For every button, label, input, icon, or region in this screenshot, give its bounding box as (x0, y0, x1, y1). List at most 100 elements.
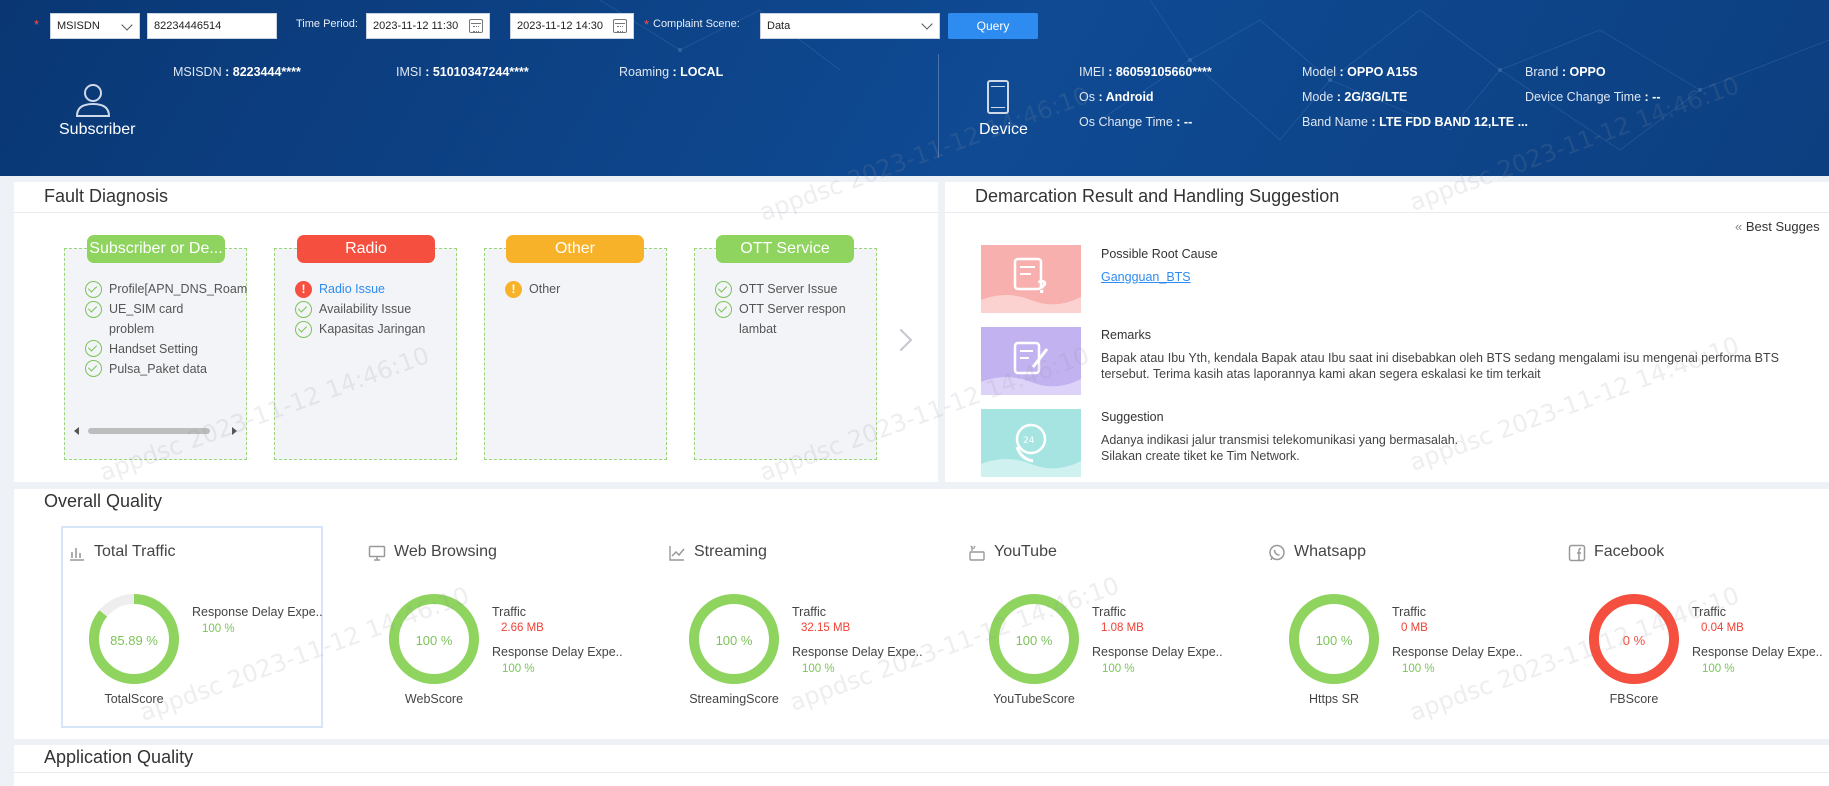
traffic-value: 2.66 MB (501, 622, 544, 634)
complaint-scene-select[interactable]: Data (760, 13, 940, 39)
traffic-label: Traffic (792, 605, 827, 619)
fault-item-active[interactable]: Radio Issue (319, 279, 385, 299)
mode-value: : 2G/3G/LTE (1336, 90, 1408, 104)
fault-item-continued: lambat (739, 322, 777, 336)
fault-item[interactable]: Other (529, 279, 560, 299)
response-delay-value: 100 % (1702, 663, 1735, 675)
scroll-right-icon[interactable] (232, 427, 237, 435)
fault-item[interactable]: Handset Setting (109, 339, 198, 359)
check-icon (295, 321, 312, 338)
imei-info: IMEI : 86059105660**** (1079, 65, 1212, 79)
msisdn-key: MSISDN (173, 65, 222, 79)
suggestion-line-1: Adanya indikasi jalur transmisi telekomu… (1101, 433, 1459, 447)
check-icon (85, 301, 102, 318)
score-label: Https SR (1308, 692, 1359, 706)
facebook-icon (1568, 544, 1586, 562)
fault-item[interactable]: UE_SIM card (109, 299, 183, 319)
fault-item[interactable]: Profile[APN_DNS_Roam (109, 279, 247, 299)
end-time-input[interactable]: 2023-11-12 14:30 (510, 13, 634, 39)
traffic-value: 0.04 MB (1701, 622, 1744, 634)
msisdn-value: : 8223444**** (225, 65, 301, 79)
query-bar: * MSISDN 82234446514 Time Period: 2023-1… (0, 13, 1100, 39)
remarks-thumbnail (981, 327, 1081, 395)
fault-item[interactable]: Pulsa_Paket data (109, 359, 207, 379)
line-chart-icon (668, 544, 686, 562)
query-button[interactable]: Query (948, 13, 1038, 39)
type-select-value: MSISDN (57, 20, 100, 32)
score-label: YouTubeScore (993, 692, 1075, 706)
fault-card-title[interactable]: OTT Service (716, 235, 854, 263)
quality-card-title[interactable]: Streaming (694, 543, 767, 561)
alert-icon: ! (295, 281, 312, 298)
imsi-key: IMSI (396, 65, 422, 79)
end-time-value: 2023-11-12 14:30 (517, 20, 604, 32)
quality-card-title[interactable]: Total Traffic (94, 543, 176, 561)
root-cause-value: Gangguan_BTS (1101, 269, 1801, 285)
application-quality-title: Application Quality (44, 747, 194, 767)
overall-quality-title: Overall Quality (44, 491, 163, 511)
scroll-thumb[interactable] (88, 428, 210, 434)
fault-item[interactable]: Kapasitas Jaringan (319, 319, 425, 339)
subscriber-title: Subscriber (59, 121, 136, 138)
response-delay-label: Response Delay Expe... (1392, 645, 1522, 659)
root-cause-thumbnail: ? (981, 245, 1081, 313)
calendar-icon[interactable] (613, 19, 627, 33)
panel-divider (14, 212, 938, 213)
score-label: WebScore (404, 692, 464, 706)
quality-card-title[interactable]: YouTube (994, 543, 1057, 561)
suggestion-thumbnail: 24 (981, 409, 1081, 477)
document-edit-icon (981, 327, 1081, 395)
scroll-left-icon[interactable] (74, 427, 79, 435)
best-suggestion-label[interactable]: Best Sugges (1746, 219, 1820, 234)
mode-info: Mode : 2G/3G/LTE (1302, 90, 1407, 104)
fault-card-title[interactable]: Other (506, 235, 644, 263)
fault-card-title[interactable]: Subscriber or De... (87, 235, 225, 263)
complaint-scene-label: Complaint Scene: (653, 18, 740, 30)
score-value: 0 % (1622, 633, 1646, 648)
start-time-input[interactable]: 2023-11-12 11:30 (366, 13, 490, 39)
chevron-down-icon (121, 19, 133, 31)
device-change-info: Device Change Time : -- (1525, 90, 1660, 104)
model-info: Model : OPPO A15S (1302, 65, 1418, 79)
imei-value: : 86059105660**** (1108, 65, 1212, 79)
quality-card-title[interactable]: Web Browsing (394, 543, 497, 561)
score-value: 100 % (1015, 633, 1053, 648)
fault-card-title[interactable]: Radio (297, 235, 435, 263)
msisdn-input-value: 82234446514 (154, 20, 222, 32)
os-change-value: : -- (1176, 115, 1193, 129)
response-delay-value: 100 % (1102, 663, 1135, 675)
model-key: Model (1302, 65, 1337, 79)
fault-item[interactable]: OTT Server respon (739, 299, 846, 319)
check-icon (85, 360, 102, 377)
fault-card-other[interactable] (484, 248, 667, 460)
response-delay-value: 100 % (502, 663, 535, 675)
calendar-icon[interactable] (469, 19, 483, 33)
remarks-line-2: tersebut. Terima kasih atas laporannya k… (1101, 367, 1541, 381)
best-suggestion-toggle[interactable]: « Best Sugges (1735, 219, 1820, 234)
start-time-value: 2023-11-12 11:30 (373, 20, 459, 32)
horizontal-scrollbar[interactable] (68, 424, 244, 438)
fault-item[interactable]: OTT Server Issue (739, 279, 837, 299)
score-value: 100 % (415, 633, 453, 648)
band-info: Band Name : LTE FDD BAND 12,LTE ... (1302, 115, 1528, 129)
fault-item[interactable]: Availability Issue (319, 299, 411, 319)
traffic-label: Traffic (1692, 605, 1727, 619)
quality-card-title[interactable]: Facebook (1594, 543, 1664, 561)
type-select[interactable]: MSISDN (50, 13, 140, 39)
device-change-key: Device Change Time (1525, 90, 1642, 104)
os-info: Os : Android (1079, 90, 1154, 104)
quality-card-title[interactable]: Whatsapp (1294, 543, 1366, 561)
document-question-icon: ? (981, 245, 1081, 313)
double-chevron-left-icon[interactable]: « (1735, 219, 1742, 234)
check-icon (715, 281, 732, 298)
application-quality-panel: Application Quality (14, 745, 1829, 786)
msisdn-input[interactable]: 82234446514 (147, 13, 277, 39)
svg-text:?: ? (1037, 277, 1047, 298)
device-title: Device (979, 121, 1028, 138)
traffic-value: 1.08 MB (1101, 622, 1144, 634)
traffic-value: 0 MB (1401, 622, 1428, 634)
header-divider (938, 54, 939, 158)
demarcation-title: Demarcation Result and Handling Suggesti… (975, 186, 1340, 206)
root-cause-link[interactable]: Gangguan_BTS (1101, 270, 1191, 284)
response-delay-label: Response Delay Expe... (492, 645, 622, 659)
